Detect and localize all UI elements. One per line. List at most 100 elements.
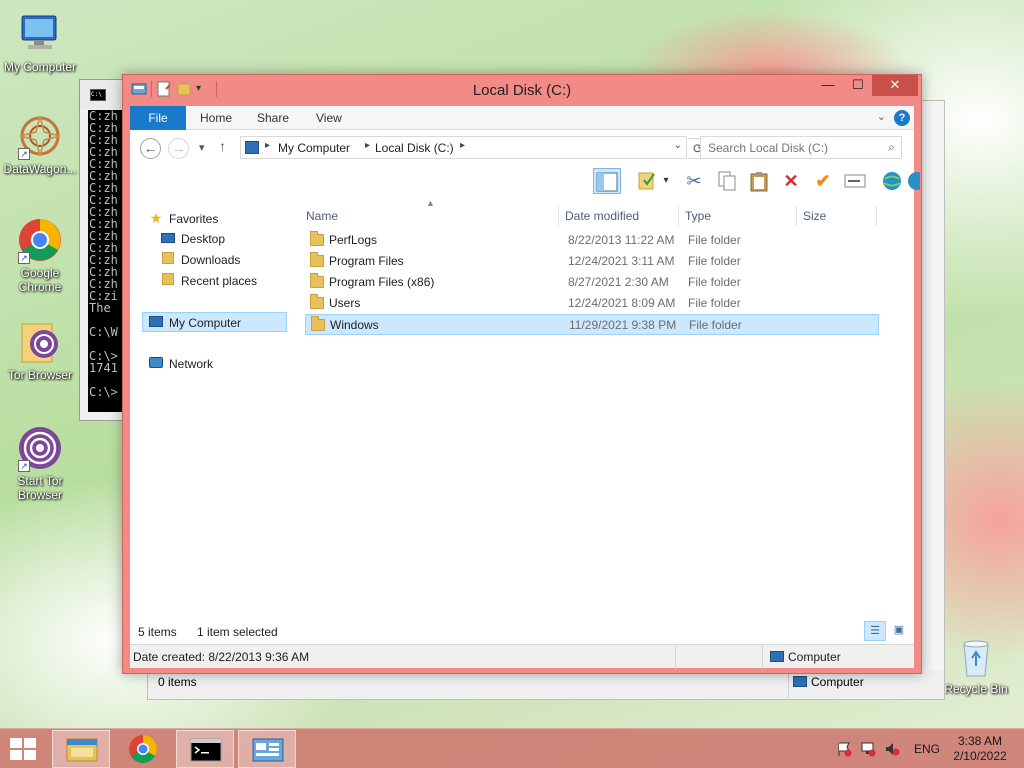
up-button[interactable]: ↑ [219, 138, 226, 154]
breadcrumb-my-computer[interactable]: My Computer [278, 141, 350, 155]
nav-favorites-label: Favorites [169, 212, 219, 226]
copy-icon[interactable] [713, 168, 741, 194]
table-row[interactable]: Users 12/24/2021 8:09 AM File folder [305, 293, 879, 314]
globe-icon[interactable] [878, 168, 906, 194]
nav-computer-label: My Computer [169, 316, 242, 330]
desktop-icon-label: Tor Browser [7, 368, 72, 382]
action-center-flag-icon[interactable] [836, 741, 852, 757]
column-header-size[interactable]: Size [797, 206, 877, 226]
tab-file[interactable]: File [130, 106, 186, 130]
minimize-button[interactable]: — [813, 75, 843, 96]
desktop-icon-tor-browser[interactable]: Tor Browser [0, 318, 80, 382]
title-bar[interactable]: ▾ Local Disk (C:) — ☐ ✕ [123, 75, 921, 105]
large-icons-view-button[interactable]: ▣ [888, 621, 910, 641]
forward-button[interactable]: → [168, 138, 189, 159]
file-explorer-icon [66, 738, 98, 762]
taskbar-file-explorer[interactable] [52, 730, 110, 768]
desktop-icon-start-tor-browser[interactable]: ↗ Start Tor Browser [0, 424, 80, 502]
chrome-icon: ↗ [16, 216, 64, 264]
taskbar-clock[interactable]: 3:38 AM 2/10/2022 [945, 734, 1015, 764]
background-items-count: 0 items [158, 675, 197, 689]
downloads-icon [160, 250, 176, 270]
nav-favorites[interactable]: ★ Favorites [148, 208, 219, 228]
datawagon-icon: ↗ [16, 112, 64, 160]
cut-icon[interactable]: ✂ [680, 168, 708, 194]
globe-icon-2[interactable] [906, 168, 920, 194]
nav-my-computer[interactable]: My Computer [142, 312, 287, 332]
status-divider [675, 645, 676, 669]
breadcrumb-separator-icon[interactable]: ▸ [265, 140, 270, 151]
address-bar[interactable]: ▸ My Computer ▸ Local Disk (C:) ▸ ⌄ ⟳ [240, 136, 710, 159]
tab-view[interactable]: View [302, 106, 356, 130]
properties-check-icon[interactable] [633, 168, 661, 194]
paste-icon[interactable] [745, 168, 773, 194]
desktop-icon-google-chrome[interactable]: ↗ Google Chrome [0, 216, 80, 294]
nav-downloads[interactable]: Downloads [160, 250, 240, 270]
status-computer: Computer [770, 650, 841, 664]
cmd-icon: C:\ [90, 89, 106, 101]
language-indicator[interactable]: ENG [914, 742, 940, 756]
desktop-icon [160, 229, 176, 249]
toolbar-dropdown-icon[interactable]: ▾ [658, 168, 674, 194]
preview-pane-button[interactable] [593, 168, 621, 194]
maximize-button[interactable]: ☐ [843, 75, 873, 96]
column-header-name[interactable]: Name [300, 206, 559, 226]
table-row[interactable]: Windows 11/29/2021 9:38 PM File folder [305, 314, 879, 335]
windows-logo-icon [24, 738, 36, 748]
delete-icon[interactable]: ✕ [777, 168, 805, 194]
taskbar-chrome[interactable] [114, 730, 172, 768]
nav-desktop-label: Desktop [181, 232, 226, 246]
desktop-icon-datawagon[interactable]: ↗ DataWagon... [0, 112, 80, 176]
folder-icon [310, 252, 324, 267]
column-header-type[interactable]: Type [679, 206, 797, 226]
column-header-date-modified[interactable]: Date modified [559, 206, 679, 226]
file-name: Program Files [329, 254, 404, 268]
file-name: Users [329, 296, 361, 310]
table-row[interactable]: Program Files (x86) 8/27/2021 2:30 AM File… [305, 272, 879, 293]
search-icon[interactable]: ⌕ [888, 140, 895, 155]
computer-icon [793, 676, 807, 687]
nav-network[interactable]: Network [148, 354, 213, 374]
start-button[interactable] [8, 737, 38, 761]
breadcrumb-local-disk[interactable]: Local Disk (C:) [375, 141, 454, 155]
explorer-window[interactable]: ▾ Local Disk (C:) — ☐ ✕ File Home Share … [122, 74, 922, 674]
clock-date: 2/10/2022 [953, 749, 1007, 763]
file-type: File folder [689, 318, 742, 332]
background-computer-text: Computer [811, 675, 864, 689]
file-type: File folder [688, 296, 741, 310]
background-computer-label: Computer [793, 675, 864, 689]
file-name: Windows [330, 318, 379, 332]
help-icon[interactable]: ? [894, 110, 910, 126]
address-dropdown-icon[interactable]: ⌄ [674, 140, 682, 151]
breadcrumb-separator-icon[interactable]: ▸ [365, 140, 370, 151]
network-status-icon[interactable] [860, 741, 876, 757]
breadcrumb-separator-icon[interactable]: ▸ [460, 140, 465, 151]
nav-recent-places[interactable]: Recent places [160, 271, 257, 291]
desktop-icon-my-computer[interactable]: My Computer [0, 10, 80, 74]
search-input[interactable] [701, 137, 871, 158]
table-row[interactable]: Program Files 12/24/2021 3:11 AM File fold… [305, 251, 879, 272]
rename-icon[interactable] [841, 168, 869, 194]
volume-muted-icon[interactable] [884, 741, 900, 757]
taskbar-cmd[interactable] [176, 730, 234, 768]
desktop-icon-label: Recycle Bin [944, 682, 1008, 696]
date-created-text: Date created: 8/22/2013 9:36 AM [133, 650, 310, 664]
tab-share[interactable]: Share [243, 106, 303, 130]
computer-icon [245, 141, 259, 154]
recent-locations-button[interactable]: ▾ [199, 141, 205, 154]
search-box[interactable]: ⌕ [700, 136, 902, 159]
item-count: 5 items [138, 625, 177, 639]
details-view-button[interactable]: ☰ [864, 621, 886, 641]
window-title: Local Disk (C:) [472, 82, 572, 99]
nav-desktop[interactable]: Desktop [160, 229, 225, 249]
check-icon[interactable]: ✔ [809, 168, 837, 194]
back-button[interactable]: ← [140, 138, 161, 159]
desktop-icon-recycle-bin[interactable]: Recycle Bin [936, 632, 1016, 696]
tab-home[interactable]: Home [186, 106, 246, 130]
taskbar-control-panel[interactable] [238, 730, 296, 768]
close-button[interactable]: ✕ [872, 75, 918, 96]
windows-logo-icon [10, 738, 22, 748]
selection-count: 1 item selected [197, 625, 278, 639]
expand-ribbon-icon[interactable]: ⌄ [877, 110, 886, 123]
table-row[interactable]: PerfLogs 8/22/2013 11:22 AM File folder [305, 230, 879, 251]
